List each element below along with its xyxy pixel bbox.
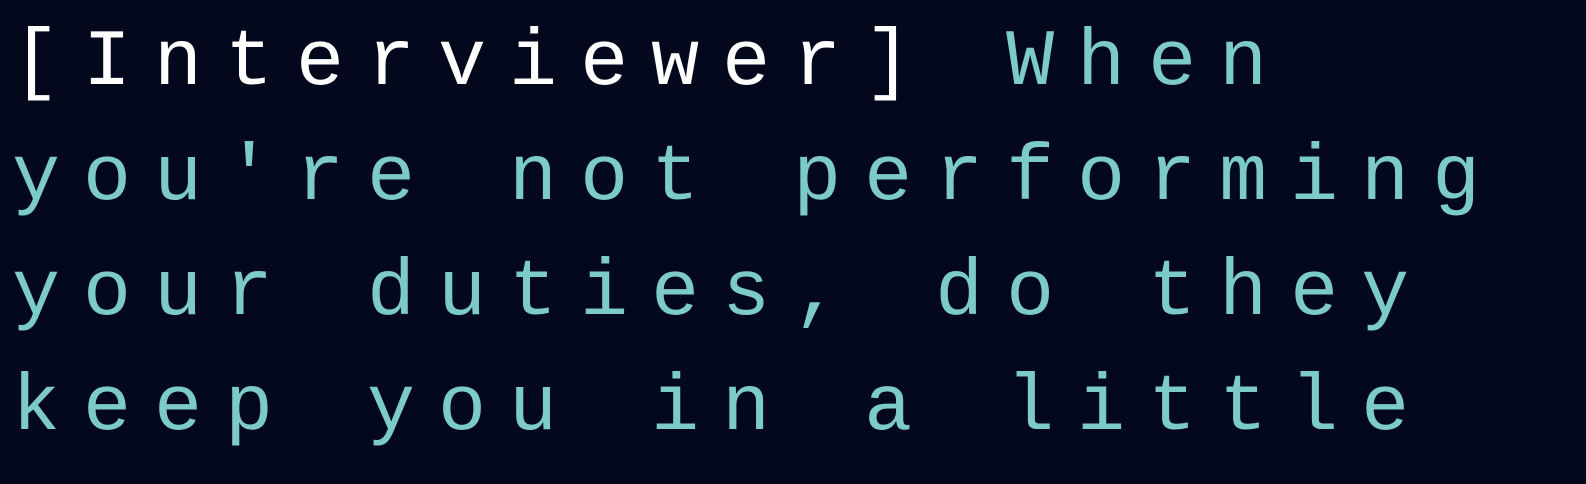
- caption-line-1-text: When: [1006, 18, 1291, 109]
- caption-line-3: your duties, do they: [12, 248, 1433, 339]
- transcript-caption: [Interviewer] When you're not performing…: [12, 6, 1582, 466]
- speaker-label: [Interviewer]: [12, 18, 936, 109]
- caption-line-2: you're not performing: [12, 133, 1504, 224]
- caption-line-4: keep you in a little: [12, 363, 1433, 454]
